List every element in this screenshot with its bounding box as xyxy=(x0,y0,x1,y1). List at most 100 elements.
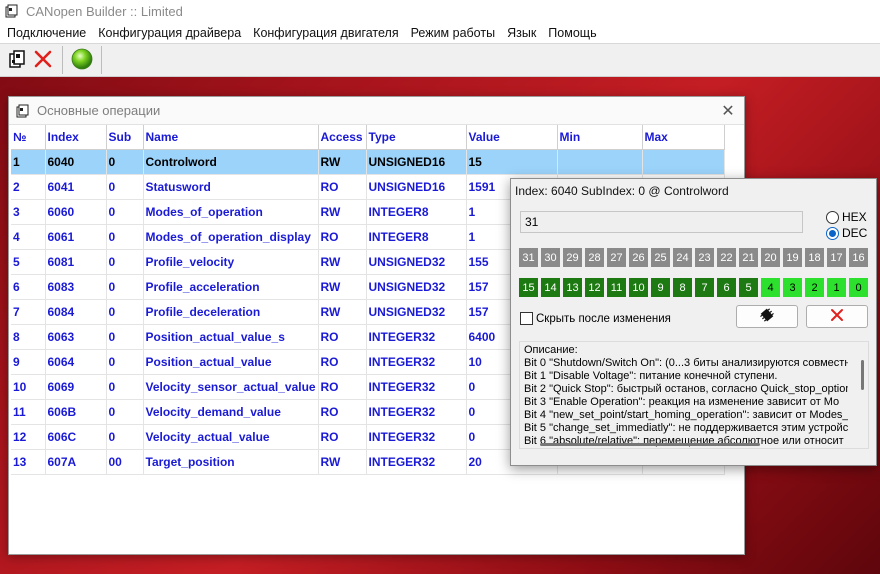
bit-toggle[interactable]: 1 xyxy=(827,278,846,297)
column-header[interactable]: Index xyxy=(45,125,107,150)
menu-help[interactable]: Помощь xyxy=(544,26,600,40)
checkbox-box xyxy=(520,312,533,325)
table-cell: Velocity_sensor_actual_value xyxy=(143,374,319,400)
bit-toggle[interactable]: 30 xyxy=(541,248,560,267)
table-cell: 00 xyxy=(106,449,144,475)
bit-toggle[interactable]: 27 xyxy=(607,248,626,267)
bit-toggle[interactable]: 25 xyxy=(651,248,670,267)
toolbar-separator xyxy=(101,46,102,74)
table-row[interactable]: 1 6040 0 Controlword RW UNSIGNED16 15 xyxy=(11,149,725,175)
table-cell xyxy=(642,149,725,175)
column-header[interactable]: № xyxy=(11,125,46,150)
column-header[interactable]: Max xyxy=(642,125,725,150)
column-header[interactable]: Min xyxy=(557,125,643,150)
dec-radio[interactable]: DEC xyxy=(826,226,867,240)
menu-language[interactable]: Язык xyxy=(503,26,540,40)
dec-radio-dot xyxy=(826,226,839,240)
bit-toggle[interactable]: 26 xyxy=(629,248,648,267)
column-header[interactable]: Type xyxy=(366,125,467,150)
bit-toggle[interactable]: 12 xyxy=(585,278,604,297)
table-cell: 606C xyxy=(45,424,107,450)
vertical-scrollbar[interactable] xyxy=(860,346,866,430)
chip-icon xyxy=(758,306,776,327)
table-cell: UNSIGNED32 xyxy=(366,249,467,275)
bit-toggle[interactable]: 22 xyxy=(717,248,736,267)
bit-toggle[interactable]: 16 xyxy=(849,248,868,267)
hex-radio[interactable]: HEX xyxy=(826,210,867,224)
menu-connection[interactable]: Подключение xyxy=(3,26,90,40)
table-cell: 12 xyxy=(11,424,46,450)
menu-operation-mode[interactable]: Режим работы xyxy=(407,26,499,40)
bit-toggle[interactable]: 20 xyxy=(761,248,780,267)
cancel-button[interactable] xyxy=(806,305,868,328)
bit-toggle[interactable]: 29 xyxy=(563,248,582,267)
table-cell: INTEGER32 xyxy=(366,324,467,350)
status-button[interactable] xyxy=(69,46,95,74)
hide-after-change-checkbox[interactable]: Скрыть после изменения xyxy=(520,312,671,325)
write-button[interactable] xyxy=(736,305,798,328)
connect-icon xyxy=(6,48,28,73)
table-cell: Velocity_actual_value xyxy=(143,424,319,450)
table-cell: Statusword xyxy=(143,174,319,200)
bit-toggle[interactable]: 31 xyxy=(519,248,538,267)
bit-toggle[interactable]: 10 xyxy=(629,278,648,297)
bit-toggle[interactable]: 11 xyxy=(607,278,626,297)
table-cell: 6069 xyxy=(45,374,107,400)
bit-toggle[interactable]: 17 xyxy=(827,248,846,267)
table-cell: UNSIGNED16 xyxy=(366,149,467,175)
table-cell: INTEGER32 xyxy=(366,449,467,475)
column-header[interactable]: Value xyxy=(466,125,558,150)
bit-toggle[interactable]: 13 xyxy=(563,278,582,297)
table-cell: INTEGER32 xyxy=(366,374,467,400)
menu-motor-config[interactable]: Конфигурация двигателя xyxy=(249,26,402,40)
ops-window-close-button[interactable]: ✕ xyxy=(718,101,738,121)
ops-window-title: Основные операции xyxy=(37,103,161,118)
menu-driver-config[interactable]: Конфигурация драйвера xyxy=(94,26,245,40)
column-header[interactable]: Name xyxy=(143,125,319,150)
bit-toggle[interactable]: 21 xyxy=(739,248,758,267)
bit-toggle[interactable]: 6 xyxy=(717,278,736,297)
bit-toggle[interactable]: 0 xyxy=(849,278,868,297)
table-cell: 6040 xyxy=(45,149,107,175)
app-logo-icon xyxy=(4,3,20,19)
table-cell: Profile_velocity xyxy=(143,249,319,275)
bit-toggle[interactable]: 3 xyxy=(783,278,802,297)
table-cell: Profile_deceleration xyxy=(143,299,319,325)
ops-window-titlebar: Основные операции xyxy=(9,97,744,125)
table-cell: 0 xyxy=(106,349,144,375)
bit-toggle[interactable]: 28 xyxy=(585,248,604,267)
hex-radio-dot xyxy=(826,210,839,224)
description-line: Bit 4 "new_set_point/start_homing_operat… xyxy=(524,409,848,421)
bit-toggle[interactable]: 5 xyxy=(739,278,758,297)
table-cell: RW xyxy=(318,149,367,175)
bit-toggle[interactable]: 7 xyxy=(695,278,714,297)
scroll-thumb[interactable] xyxy=(861,360,864,390)
window-logo-icon xyxy=(15,103,31,119)
disconnect-button[interactable] xyxy=(30,46,56,74)
bit-toggle[interactable]: 15 xyxy=(519,278,538,297)
table-cell: Target_position xyxy=(143,449,319,475)
bit-toggle[interactable]: 24 xyxy=(673,248,692,267)
bit-toggle[interactable]: 14 xyxy=(541,278,560,297)
column-header[interactable]: Sub xyxy=(106,125,144,150)
table-cell: 7 xyxy=(11,299,46,325)
table-cell: UNSIGNED16 xyxy=(366,174,467,200)
bit-toggle[interactable]: 4 xyxy=(761,278,780,297)
toolbar xyxy=(0,43,880,77)
table-cell: UNSIGNED32 xyxy=(366,299,467,325)
bit-toggle[interactable]: 8 xyxy=(673,278,692,297)
bit-toggle[interactable]: 2 xyxy=(805,278,824,297)
close-x-icon xyxy=(32,48,54,73)
bit-toggle[interactable]: 18 xyxy=(805,248,824,267)
app-titlebar: CANopen Builder :: Limited xyxy=(0,0,880,22)
value-input[interactable] xyxy=(520,211,803,233)
bit-toggle[interactable]: 9 xyxy=(651,278,670,297)
horizontal-scrollbar[interactable] xyxy=(540,443,760,446)
bit-toggle[interactable]: 23 xyxy=(695,248,714,267)
table-cell: 6081 xyxy=(45,249,107,275)
column-header[interactable]: Access xyxy=(318,125,367,150)
dec-radio-label: DEC xyxy=(842,226,868,240)
table-cell: 8 xyxy=(11,324,46,350)
bit-toggle[interactable]: 19 xyxy=(783,248,802,267)
connect-button[interactable] xyxy=(4,46,30,74)
